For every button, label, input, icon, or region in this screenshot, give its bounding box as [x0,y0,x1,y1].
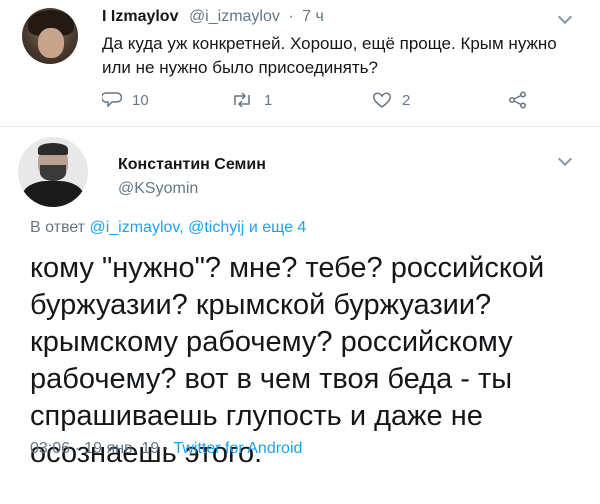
tweet-text: кому "нужно"? мне? тебе? российской бурж… [30,252,545,469]
mention-link[interactable]: @tichyij [188,219,244,236]
more-mentions-link[interactable]: и еще 4 [249,219,307,236]
reply-context: В ответ @i_izmaylov, @tichyij и еще 4 [30,219,306,237]
tweet-date[interactable]: 19 янв. 19 [84,440,159,457]
share-button[interactable] [508,91,538,109]
separator: · [163,440,169,457]
author-handle[interactable]: @i_izmaylov [189,8,280,25]
separator: · [288,8,294,25]
share-icon [509,91,526,109]
source-link[interactable]: Twitter for Android [173,440,302,457]
separator: · [74,440,80,457]
author-name[interactable]: Константин Семин [118,156,266,174]
tweet-header: I Izmaylov @i_izmaylov · 7 ч [102,8,324,26]
reply-button[interactable]: 10 [102,91,149,109]
reply-prefix: В ответ [30,219,86,236]
tweet-time[interactable]: 7 ч [302,8,324,25]
retweet-icon [234,92,250,108]
retweet-count: 1 [264,91,273,109]
tweet-time[interactable]: 03:06 [30,440,70,457]
like-button[interactable]: 2 [372,91,410,109]
avatar[interactable] [18,137,88,207]
like-count: 2 [402,91,411,109]
retweet-button[interactable]: 1 [230,91,272,109]
reply-icon [102,92,122,108]
chevron-down-icon[interactable] [557,151,573,167]
author-handle[interactable]: @KSyomin [118,180,198,198]
heart-icon [372,92,392,108]
avatar[interactable] [22,8,78,64]
tweet-meta: 03:06 · 19 янв. 19 · Twitter for Android [30,440,302,458]
author-name[interactable]: I Izmaylov [102,8,178,25]
divider [0,126,600,127]
reply-count: 10 [132,91,149,109]
mention-link[interactable]: @i_izmaylov, [89,219,183,236]
tweet-text: Да куда уж конкретней. Хорошо, ещё проще… [102,34,557,77]
chevron-down-icon[interactable] [557,9,573,25]
